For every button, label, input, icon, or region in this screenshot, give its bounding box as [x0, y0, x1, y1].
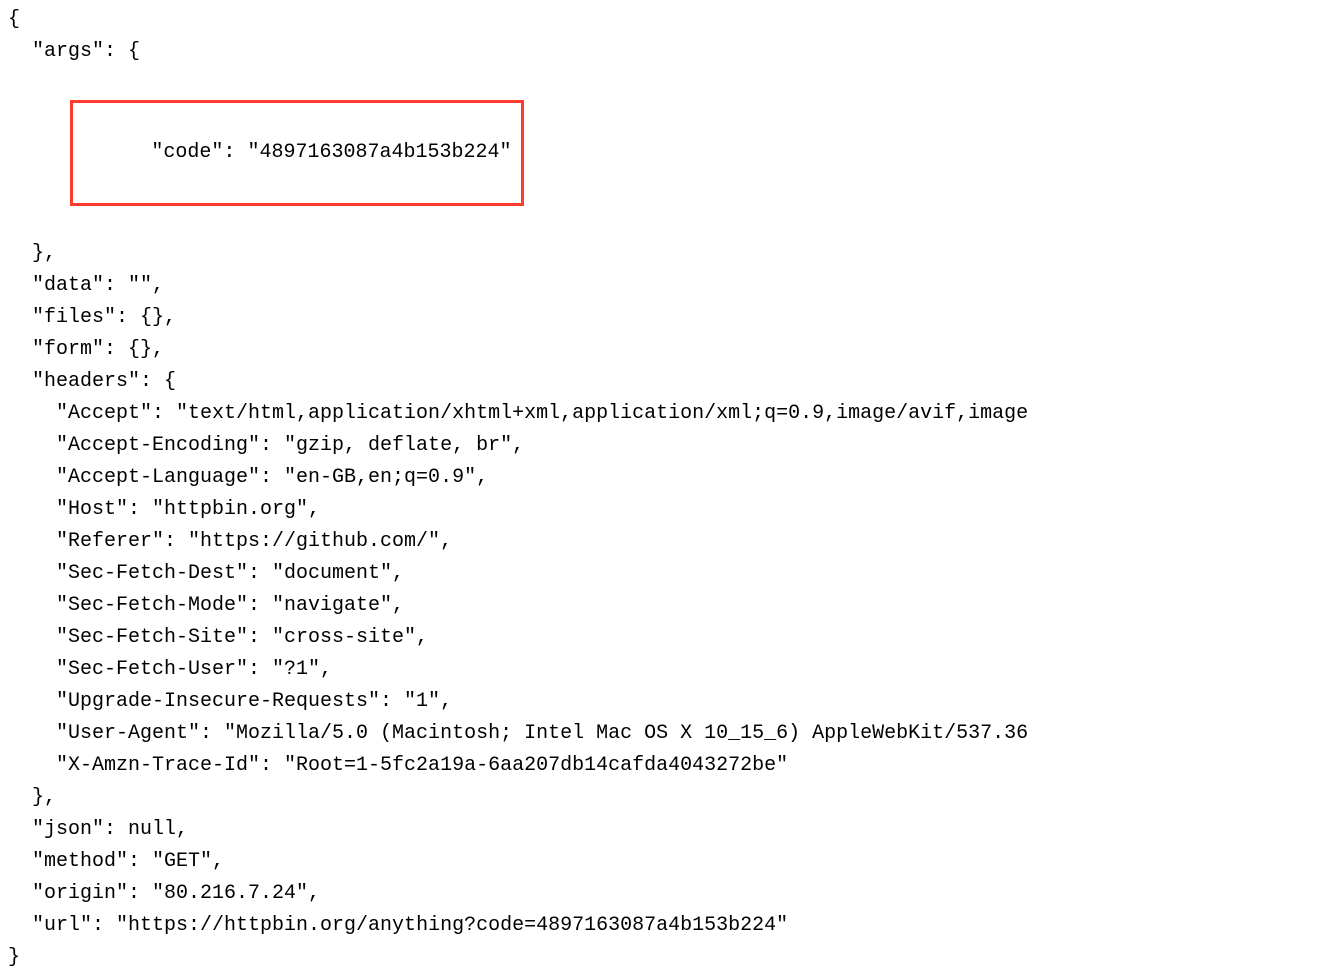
json-open-brace: { — [8, 4, 1322, 36]
header-upgrade-insecure-requests: "Upgrade-Insecure-Requests": "1", — [56, 686, 1322, 718]
args-code-row: "code": "4897163087a4b153b224" — [8, 68, 1322, 238]
code-highlight-box: "code": "4897163087a4b153b224" — [70, 100, 524, 206]
header-accept-language: "Accept-Language": "en-GB,en;q=0.9", — [56, 462, 1322, 494]
json-close-brace: } — [8, 942, 1322, 974]
header-sec-fetch-user: "Sec-Fetch-User": "?1", — [56, 654, 1322, 686]
json-field: "json": null, — [32, 814, 1322, 846]
headers-close: }, — [32, 782, 1322, 814]
args-code-value: "code": "4897163087a4b153b224" — [151, 141, 511, 164]
header-sec-fetch-dest: "Sec-Fetch-Dest": "document", — [56, 558, 1322, 590]
files-field: "files": {}, — [32, 302, 1322, 334]
header-sec-fetch-mode: "Sec-Fetch-Mode": "navigate", — [56, 590, 1322, 622]
args-close: }, — [32, 238, 1322, 270]
form-field: "form": {}, — [32, 334, 1322, 366]
origin-field: "origin": "80.216.7.24", — [32, 878, 1322, 910]
data-field: "data": "", — [32, 270, 1322, 302]
header-accept-encoding: "Accept-Encoding": "gzip, deflate, br", — [56, 430, 1322, 462]
header-host: "Host": "httpbin.org", — [56, 494, 1322, 526]
json-response-block: { "args": { "code": "4897163087a4b153b22… — [0, 0, 1330, 978]
header-accept: "Accept": "text/html,application/xhtml+x… — [56, 398, 1322, 430]
method-field: "method": "GET", — [32, 846, 1322, 878]
args-open: "args": { — [32, 36, 1322, 68]
header-x-amzn-trace-id: "X-Amzn-Trace-Id": "Root=1-5fc2a19a-6aa2… — [56, 750, 1322, 782]
header-user-agent: "User-Agent": "Mozilla/5.0 (Macintosh; I… — [56, 718, 1322, 750]
url-field: "url": "https://httpbin.org/anything?cod… — [32, 910, 1322, 942]
headers-open: "headers": { — [32, 366, 1322, 398]
header-sec-fetch-site: "Sec-Fetch-Site": "cross-site", — [56, 622, 1322, 654]
header-referer: "Referer": "https://github.com/", — [56, 526, 1322, 558]
